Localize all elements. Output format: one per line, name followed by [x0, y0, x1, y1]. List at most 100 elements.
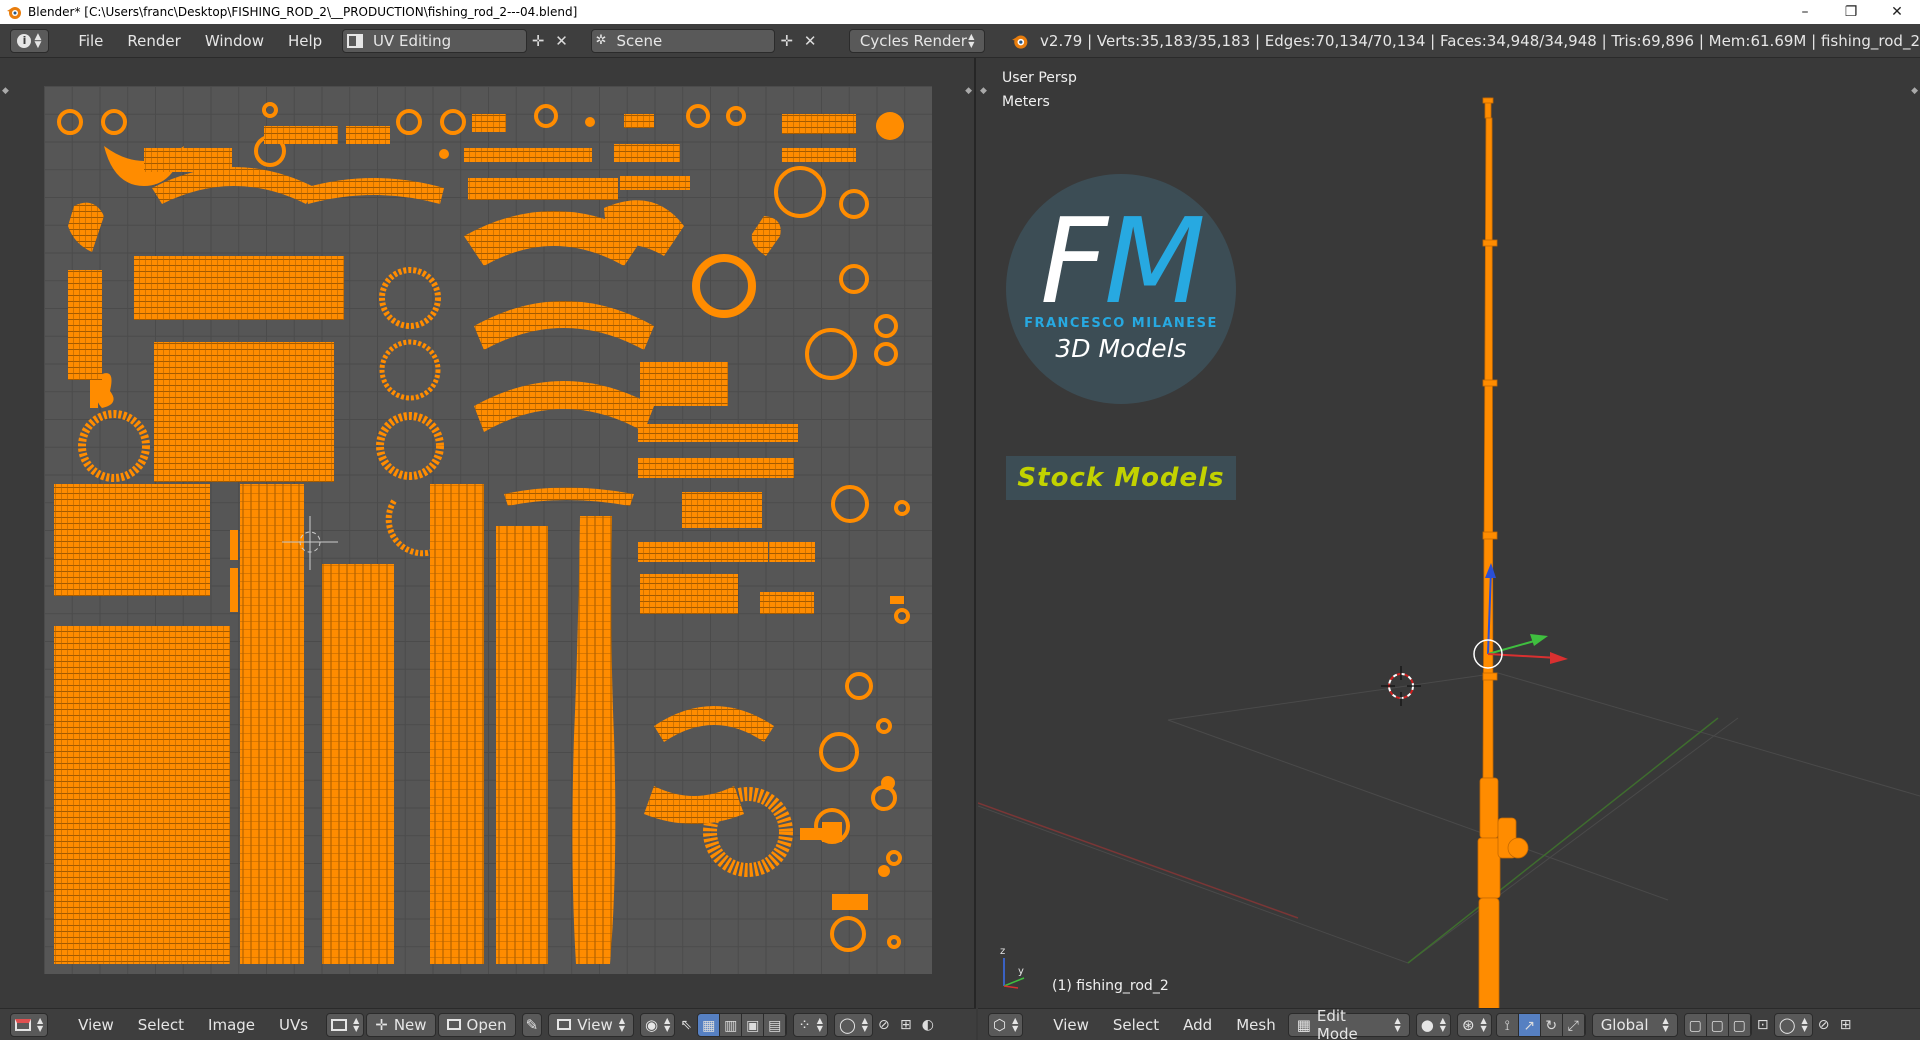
- select-edge-icon[interactable]: ▥: [720, 1013, 743, 1036]
- screen-layout-selector[interactable]: UV Editing: [341, 28, 527, 53]
- pin-button[interactable]: ✎: [521, 1012, 543, 1037]
- image-icon: [331, 1018, 348, 1031]
- overflow-icon[interactable]: ◐: [917, 1013, 939, 1037]
- blender-logo-icon: [7, 7, 21, 19]
- uv-menu-view[interactable]: View: [66, 1016, 126, 1034]
- select-edge-mode-icon[interactable]: ▢: [1706, 1013, 1729, 1036]
- view-icon: [557, 1019, 572, 1030]
- uv-menu-uvs[interactable]: UVs: [267, 1016, 320, 1034]
- interaction-mode-label: Edit Mode: [1316, 1006, 1358, 1040]
- select-vertex-icon[interactable]: ▦: [698, 1013, 721, 1036]
- vp-menu-add[interactable]: Add: [1171, 1016, 1224, 1034]
- new-image-button[interactable]: ✛ New: [366, 1012, 436, 1037]
- scene-statistics: v2.79 | Verts:35,183/35,183 | Edges:70,1…: [1040, 31, 1920, 50]
- updown-arrows-icon: ▲ ▼: [618, 1015, 625, 1033]
- select-island-icon[interactable]: ▤: [764, 1013, 787, 1036]
- info-header: i ▲ ▼ File Render Window Help UV Editing …: [0, 24, 1920, 58]
- updown-arrows-icon: ▲ ▼: [1662, 1015, 1669, 1033]
- uv-menu-image[interactable]: Image: [196, 1016, 267, 1034]
- region-toggle-left-icon[interactable]: ◆: [2, 86, 9, 96]
- add-scene-icon[interactable]: ✛: [775, 29, 798, 53]
- logo-subtitle: 3D Models: [1055, 334, 1187, 363]
- scene-name: Scene: [616, 31, 663, 50]
- scale-manipulator-icon[interactable]: ⤢: [1562, 1013, 1585, 1036]
- scene-selector[interactable]: ✲ Scene: [590, 28, 776, 53]
- window-titlebar: Blender* [C:\Users\franc\Desktop\FISHING…: [0, 0, 1920, 24]
- image-browse-button[interactable]: ▲ ▼: [326, 1012, 365, 1037]
- render-engine-selector[interactable]: Cycles Render ▲ ▼: [848, 28, 986, 53]
- uv-grid-canvas[interactable]: [44, 86, 932, 974]
- translate-manipulator-icon[interactable]: ↗: [1518, 1013, 1541, 1036]
- shading-solid-icon: ●: [1420, 1015, 1434, 1034]
- snap-toggle-icon[interactable]: ⊘: [873, 1013, 895, 1037]
- select-face-icon[interactable]: ▣: [742, 1013, 765, 1036]
- 3d-cursor-icon: [1381, 666, 1421, 706]
- render-engine-name: Cycles Render: [859, 31, 967, 50]
- select-face-mode-icon[interactable]: ▢: [1728, 1013, 1751, 1036]
- transform-orientation-label: Global: [1600, 1015, 1649, 1034]
- proportional-icon: ◯: [1778, 1015, 1796, 1034]
- view-axes-icon: z y: [1000, 946, 1025, 989]
- pivot-point-selector[interactable]: ⊛ ▲ ▼: [1456, 1012, 1492, 1037]
- minimize-button[interactable]: –: [1782, 0, 1828, 24]
- window-title: Blender* [C:\Users\franc\Desktop\FISHING…: [28, 5, 578, 19]
- svg-text:z: z: [1000, 946, 1005, 957]
- add-layout-icon[interactable]: ✛: [527, 29, 550, 53]
- interaction-mode-selector[interactable]: ▦ Edit Mode ▲ ▼: [1287, 1007, 1410, 1040]
- scene-icon: ✲: [595, 33, 607, 48]
- select-vertex-mode-icon[interactable]: ▢: [1684, 1013, 1707, 1036]
- proportional-edit-selector[interactable]: ◯ ▲ ▼: [1773, 1012, 1813, 1037]
- updown-arrows-icon: ▲ ▼: [34, 31, 42, 50]
- vp-menu-mesh[interactable]: Mesh: [1224, 1016, 1288, 1034]
- blender-logo-icon: [1011, 35, 1027, 49]
- snap-element-icon[interactable]: ⊞: [1835, 1013, 1857, 1037]
- plus-icon: ✛: [375, 1015, 388, 1034]
- pivot-selector[interactable]: ◉ ▲ ▼: [639, 1012, 676, 1037]
- pivot-icon: ◉: [644, 1015, 659, 1034]
- uv-islands: [54, 102, 910, 964]
- uv-view-mode-selector[interactable]: View ▲ ▼: [548, 1012, 634, 1037]
- rotate-manipulator-icon[interactable]: ↻: [1540, 1013, 1563, 1036]
- sticky-selection-selector[interactable]: ⁘ ▲ ▼: [793, 1012, 828, 1037]
- editor-type-uv-button[interactable]: ▲ ▼: [10, 1012, 49, 1037]
- occlude-geometry-icon[interactable]: ⊡: [1752, 1013, 1774, 1037]
- sync-select-icon[interactable]: ⇖: [675, 1013, 697, 1037]
- manipulator-toggle-icon[interactable]: ⟟: [1496, 1013, 1519, 1036]
- proportional-edit-selector[interactable]: ◯ ▲ ▼: [833, 1012, 873, 1037]
- vp-menu-view[interactable]: View: [1041, 1016, 1101, 1034]
- uv-select-mode-group: ▦ ▥ ▣ ▤: [697, 1012, 788, 1037]
- region-toggle-right-icon[interactable]: ◆: [965, 86, 972, 96]
- snap-element-icon[interactable]: ⊞: [895, 1013, 917, 1037]
- proportional-icon: ◯: [838, 1015, 856, 1034]
- editor-type-info-button[interactable]: i ▲ ▼: [10, 28, 49, 53]
- viewport-shading-selector[interactable]: ● ▲ ▼: [1415, 1012, 1451, 1037]
- logo-stock-banner: Stock Models: [1006, 456, 1236, 500]
- menu-window[interactable]: Window: [193, 32, 276, 50]
- menu-help[interactable]: Help: [276, 32, 334, 50]
- uv-menu-select[interactable]: Select: [126, 1016, 196, 1034]
- vp-menu-select[interactable]: Select: [1101, 1016, 1171, 1034]
- menu-render[interactable]: Render: [115, 32, 192, 50]
- delete-scene-icon[interactable]: ✕: [798, 29, 821, 53]
- editor-type-3d-button[interactable]: ⬡ ▲ ▼: [988, 1012, 1024, 1037]
- image-editor-icon: [15, 1018, 31, 1031]
- transform-orientation-selector[interactable]: Global ▲ ▼: [1591, 1012, 1678, 1037]
- open-image-button[interactable]: Open: [437, 1012, 516, 1037]
- open-image-label: Open: [466, 1015, 507, 1034]
- close-button[interactable]: ✕: [1874, 0, 1920, 24]
- new-image-label: New: [393, 1015, 427, 1034]
- folder-icon: [446, 1019, 461, 1030]
- 3d-viewport[interactable]: ◆ ◆ User Persp Meters z y FM FRANCESCO M…: [978, 58, 1920, 1008]
- maximize-button[interactable]: ❐: [1828, 0, 1874, 24]
- snap-toggle-icon[interactable]: ⊘: [1813, 1013, 1835, 1037]
- uv-image-editor[interactable]: ◆ ◆: [0, 58, 976, 1008]
- delete-layout-icon[interactable]: ✕: [550, 29, 573, 53]
- 3d-viewport-header: ⬡ ▲ ▼ View Select Add Mesh ▦ Edit Mode ▲ ▼…: [978, 1007, 1920, 1040]
- svg-text:y: y: [1018, 966, 1024, 977]
- updown-arrows-icon: ▲ ▼: [37, 1015, 44, 1033]
- menu-file[interactable]: File: [66, 32, 115, 50]
- logo-initials: FM: [1040, 192, 1206, 330]
- sticky-icon: ⁘: [798, 1015, 811, 1034]
- layout-grid-icon: [346, 33, 363, 48]
- uv-view-mode-label: View: [577, 1015, 613, 1034]
